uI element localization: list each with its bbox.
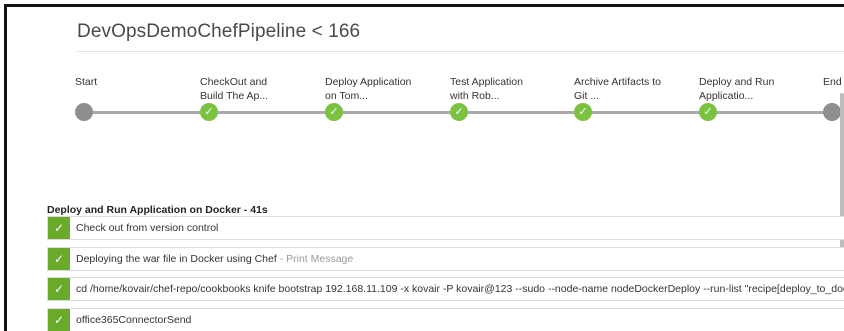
step-text: office365ConnectorSend <box>76 309 191 331</box>
step-command: office365ConnectorSend <box>76 314 192 326</box>
stage-label-deploy-tomcat[interactable]: Deploy Application on Tom... <box>325 75 411 103</box>
stage-check-icon[interactable]: ✓ <box>200 103 218 121</box>
stage-label-line1: End <box>823 76 842 88</box>
stage-label-line2: with Rob... <box>450 90 500 102</box>
step-row[interactable]: ✓ Deploying the war file in Docker using… <box>47 247 844 271</box>
step-check-icon: ✓ <box>48 278 70 300</box>
stage-check-icon[interactable]: ✓ <box>450 103 468 121</box>
start-node-circle-icon[interactable] <box>75 103 93 121</box>
step-text: Deploying the war file in Docker using C… <box>76 248 353 270</box>
stage-check-icon[interactable]: ✓ <box>325 103 343 121</box>
stage-label-line2: Build The Ap... <box>200 90 269 102</box>
stage-label-archive-git[interactable]: Archive Artifacts to Git ... <box>574 75 661 103</box>
title-divider <box>77 51 844 52</box>
page-title: DevOpsDemoChefPipeline < 166 <box>77 21 361 42</box>
stage-label-line1: Deploy and Run <box>699 76 775 88</box>
stage-label-line1: Archive Artifacts to <box>574 76 661 88</box>
step-row[interactable]: ✓ Check out from version control <box>47 216 844 240</box>
end-node-circle-icon[interactable] <box>823 103 841 121</box>
stage-details-title: Deploy and Run Application on Docker - 4… <box>47 204 268 216</box>
step-command: Check out from version control <box>76 222 219 234</box>
step-command: Deploying the war file in Docker using C… <box>76 253 277 265</box>
stage-label-line1: Deploy Application <box>325 76 412 88</box>
step-row[interactable]: ✓ cd /home/kovair/chef-repo/cookbooks kn… <box>47 277 844 301</box>
stage-check-icon[interactable]: ✓ <box>574 103 592 121</box>
pipeline-view-frame: DevOpsDemoChefPipeline < 166 Start Check… <box>4 4 844 331</box>
stage-label-line1: CheckOut and <box>200 76 268 88</box>
stage-label-end[interactable]: End <box>823 75 842 89</box>
stage-label-line2: Git ... <box>574 90 600 102</box>
stage-label-checkout-build[interactable]: CheckOut and Build The Ap... <box>200 75 268 103</box>
stage-label-line1: Test Application <box>450 76 523 88</box>
step-text: Check out from version control <box>76 217 218 239</box>
stage-label-line2: Applicatio... <box>699 90 754 102</box>
stage-label-line1: Start <box>75 76 98 88</box>
stage-label-start[interactable]: Start <box>75 75 97 89</box>
stage-label-line2: on Tom... <box>325 90 368 102</box>
step-check-icon: ✓ <box>48 248 70 270</box>
step-check-icon: ✓ <box>48 309 70 331</box>
step-command: cd /home/kovair/chef-repo/cookbooks knif… <box>76 283 844 295</box>
step-row[interactable]: ✓ office365ConnectorSend <box>47 308 844 331</box>
stage-label-deploy-run[interactable]: Deploy and Run Applicatio... <box>699 75 774 103</box>
step-text: cd /home/kovair/chef-repo/cookbooks knif… <box>76 278 844 300</box>
stage-label-test-robot[interactable]: Test Application with Rob... <box>450 75 523 103</box>
step-type: - Print Message <box>276 253 354 265</box>
step-check-icon: ✓ <box>48 217 70 239</box>
stage-check-icon[interactable]: ✓ <box>699 103 717 121</box>
